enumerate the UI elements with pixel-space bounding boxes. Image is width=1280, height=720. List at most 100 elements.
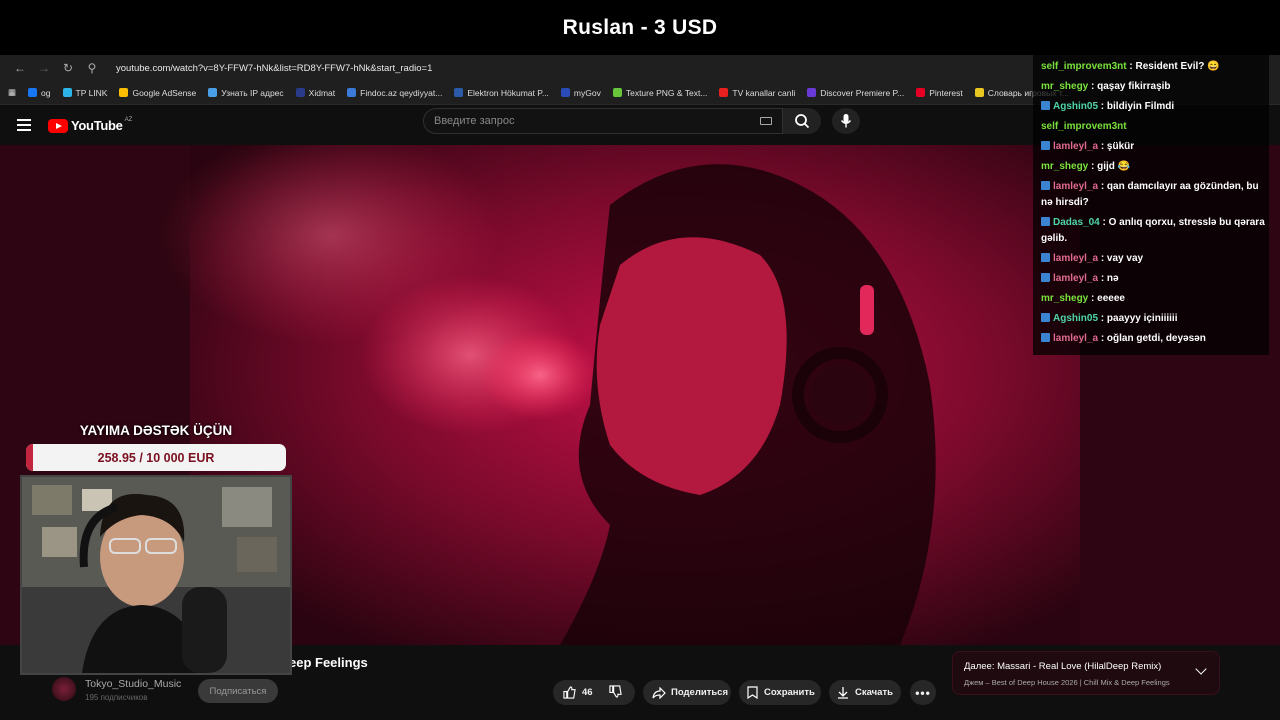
chat-username: mr_shegy bbox=[1041, 293, 1089, 304]
save-button[interactable]: Сохранить bbox=[739, 680, 821, 705]
video-title: eep Feelings bbox=[289, 655, 368, 670]
chat-username: lamleyl_a bbox=[1053, 253, 1099, 264]
chat-message: mr_shegy : qaşay fikirraşib bbox=[1041, 79, 1267, 95]
chat-badge-icon bbox=[1041, 333, 1050, 342]
bookmark-item[interactable]: Findoc.az qeydiyyat... bbox=[347, 88, 442, 98]
chat-message: lamleyl_a : şükür bbox=[1041, 139, 1267, 155]
menu-icon[interactable] bbox=[17, 119, 31, 131]
bookmark-label: Узнать IP адрес bbox=[221, 87, 284, 98]
bookmark-favicon-icon bbox=[719, 88, 729, 97]
bookmark-favicon-icon bbox=[974, 88, 984, 97]
bookmark-item[interactable]: Google AdSense bbox=[119, 88, 196, 98]
bookmark-item[interactable]: TV kanallar canli bbox=[719, 88, 795, 98]
chat-badge-icon bbox=[1041, 101, 1050, 110]
bookmark-item[interactable]: og bbox=[28, 88, 51, 98]
share-button[interactable]: Поделиться bbox=[643, 680, 731, 705]
like-button[interactable]: 46 bbox=[563, 686, 593, 699]
bookmark-favicon-icon bbox=[295, 88, 305, 97]
chat-username: lamleyl_a bbox=[1053, 273, 1099, 284]
bookmark-label: TV kanallar canli bbox=[732, 87, 796, 98]
youtube-logo[interactable]: YouTube AZ bbox=[48, 116, 133, 133]
bookmark-favicon-icon bbox=[560, 88, 570, 97]
chat-username: Dadas_04 bbox=[1053, 217, 1100, 228]
country-code: AZ bbox=[124, 116, 133, 123]
banner-title: Ruslan - 3 USD bbox=[562, 15, 718, 39]
more-icon: ••• bbox=[915, 685, 931, 700]
bookmark-favicon-icon bbox=[347, 88, 357, 97]
chat-text: : oğlan getdi, deyəsən bbox=[1098, 333, 1206, 344]
chat-text: : şükür bbox=[1098, 141, 1135, 152]
chat-text: : bildiyin Filmdi bbox=[1098, 101, 1175, 112]
bookmark-favicon-icon bbox=[807, 88, 817, 97]
chat-message: lamleyl_a : nə bbox=[1041, 271, 1267, 287]
chat-username: Agshin05 bbox=[1053, 101, 1099, 112]
search-button[interactable] bbox=[783, 108, 821, 134]
chat-badge-icon bbox=[1041, 273, 1050, 282]
url-field[interactable]: youtube.com/watch?v=8Y-FFW7-hNk&list=RD8… bbox=[116, 63, 432, 74]
bookmark-item[interactable]: Xidmat bbox=[295, 88, 335, 98]
dislike-button[interactable] bbox=[608, 684, 622, 701]
voice-search-button[interactable] bbox=[832, 108, 860, 134]
bookmark-item[interactable]: Texture PNG & Text... bbox=[612, 87, 708, 98]
webcam-feed bbox=[22, 477, 290, 673]
bookmark-label: Pinterest bbox=[929, 87, 963, 98]
keyboard-icon[interactable] bbox=[760, 117, 772, 125]
bookmark-item[interactable]: TP LINK bbox=[62, 87, 108, 98]
chat-text: : qaşay fikirraşib bbox=[1088, 81, 1171, 92]
site-info-icon[interactable]: ⚲ bbox=[80, 61, 104, 75]
bookmark-favicon-icon bbox=[454, 88, 464, 97]
chat-message: mr_shegy : eeeee bbox=[1041, 291, 1267, 307]
download-label: Скачать bbox=[855, 687, 893, 698]
channel-name[interactable]: Tokyo_Studio_Music bbox=[85, 678, 181, 690]
bookmark-item[interactable]: Pinterest bbox=[916, 88, 963, 98]
chat-message: lamleyl_a : oğlan getdi, deyəsən bbox=[1041, 331, 1267, 347]
forward-icon[interactable]: → bbox=[32, 61, 56, 75]
download-icon bbox=[838, 687, 848, 699]
search-input[interactable]: Введите запрос bbox=[423, 108, 783, 134]
chat-username: lamleyl_a bbox=[1053, 333, 1099, 344]
subscribe-button[interactable]: Подписаться bbox=[198, 679, 278, 703]
support-title: YAYIMA DƏSTƏK ÜÇÜN bbox=[79, 423, 233, 438]
subscriber-count: 195 подписчиков bbox=[85, 693, 148, 702]
up-next-title: Далее: Massari - Real Love (HilalDeep Re… bbox=[964, 661, 1162, 672]
chat-message: Agshin05 : paayyy içiniiiiii bbox=[1041, 311, 1267, 327]
chat-text: : paayyy içiniiiiii bbox=[1098, 313, 1178, 324]
stream-banner: Ruslan - 3 USD bbox=[0, 0, 1280, 55]
more-actions-button[interactable]: ••• bbox=[910, 680, 936, 705]
chevron-down-icon[interactable] bbox=[1195, 663, 1207, 675]
chat-username: self_improvem3nt bbox=[1041, 61, 1127, 72]
apps-icon[interactable]: ▦ bbox=[8, 87, 16, 98]
chat-username: lamleyl_a bbox=[1053, 181, 1099, 192]
chat-message: Agshin05 : bildiyin Filmdi bbox=[1041, 99, 1267, 115]
chat-text: : nə bbox=[1098, 273, 1119, 284]
bookmark-item[interactable]: Узнать IP адрес bbox=[208, 87, 284, 98]
chat-message: lamleyl_a : qan damcılayır aa gözündən, … bbox=[1041, 179, 1267, 211]
bookmark-label: Discover Premiere P... bbox=[820, 87, 905, 98]
share-label: Поделиться bbox=[671, 687, 729, 698]
bookmark-icon bbox=[747, 686, 758, 699]
thumbs-down-icon bbox=[608, 684, 622, 698]
channel-avatar[interactable] bbox=[52, 677, 76, 701]
back-icon[interactable]: ← bbox=[8, 61, 32, 75]
youtube-wordmark: YouTube bbox=[71, 118, 123, 133]
chat-text: : Resident Evil? 😄 bbox=[1126, 61, 1220, 72]
bookmark-item[interactable]: Discover Premiere P... bbox=[807, 88, 904, 98]
download-button[interactable]: Скачать bbox=[829, 680, 901, 705]
share-icon bbox=[652, 686, 666, 699]
like-count: 46 bbox=[582, 687, 593, 698]
chat-badge-icon bbox=[1041, 253, 1050, 262]
bookmark-label: myGov bbox=[573, 87, 601, 98]
bookmark-item[interactable]: myGov bbox=[560, 87, 601, 98]
bookmark-label: Texture PNG & Text... bbox=[625, 87, 708, 98]
chat-text: : vay vay bbox=[1098, 253, 1144, 264]
microphone-icon bbox=[840, 114, 852, 128]
stream-screen: Ruslan - 3 USD ← → ↻ ⚲ youtube.com/watch… bbox=[0, 0, 1280, 720]
bookmark-label: TP LINK bbox=[75, 87, 108, 98]
reload-icon[interactable]: ↻ bbox=[56, 61, 80, 75]
bookmark-item[interactable]: Elektron Hökumat P... bbox=[454, 88, 549, 98]
chat-badge-icon bbox=[1041, 141, 1050, 150]
chat-badge-icon bbox=[1041, 181, 1050, 190]
up-next-card[interactable]: Далее: Massari - Real Love (HilalDeep Re… bbox=[952, 651, 1220, 695]
chat-message: mr_shegy : gijd 😂 bbox=[1041, 159, 1267, 175]
like-dislike-group: 46 bbox=[553, 680, 635, 705]
